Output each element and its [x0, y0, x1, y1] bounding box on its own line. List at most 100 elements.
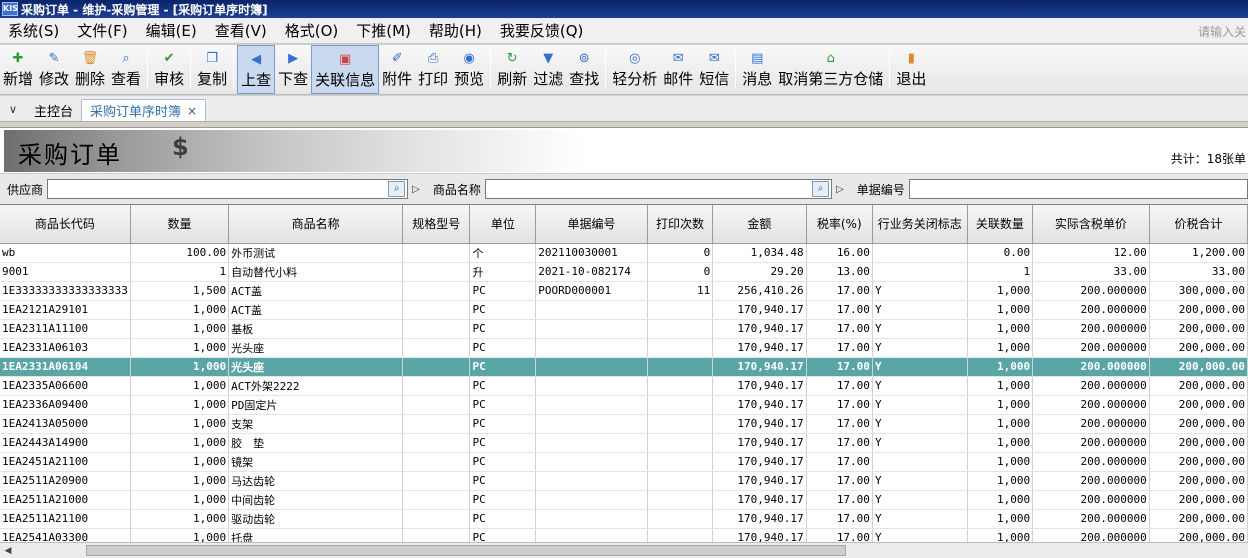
table-cell[interactable]: 驱动齿轮 [228, 509, 404, 529]
table-cell[interactable]: 升 [469, 262, 537, 282]
table-cell[interactable] [535, 414, 648, 434]
table-cell[interactable]: 200,000.00 [1149, 357, 1248, 377]
table-cell[interactable]: 胶 垫 [228, 433, 404, 453]
toolbar-button-15[interactable]: ◎ 轻分析 [609, 45, 660, 94]
column-header[interactable]: 关联数量 [967, 205, 1034, 244]
table-cell[interactable]: Y [872, 509, 968, 529]
table-cell[interactable]: POORD000001 [535, 281, 648, 301]
table-cell[interactable]: 17.00 [806, 395, 873, 415]
table-cell[interactable]: 200.000000 [1032, 338, 1150, 358]
table-row[interactable]: 1EA2311A11100 1,000 基板 PC 170,940.17 17.00 Y 1,… [0, 319, 1248, 339]
table-cell[interactable]: 17.00 [806, 471, 873, 491]
table-cell[interactable]: PC [469, 357, 537, 377]
table-cell[interactable]: PC [469, 300, 537, 320]
table-cell[interactable]: 1,000 [967, 376, 1034, 396]
toolbar-button-17[interactable]: ✉ 短信 [696, 45, 732, 94]
menu-system[interactable]: 系统(S) [0, 20, 68, 41]
column-header[interactable]: 单据编号 [535, 205, 648, 244]
table-cell[interactable]: 17.00 [806, 433, 873, 453]
table-cell[interactable]: 9001 [0, 262, 131, 282]
table-cell[interactable] [872, 262, 968, 282]
table-cell[interactable]: 外币测试 [228, 243, 404, 263]
table-row[interactable]: 1EA2511A21100 1,000 驱动齿轮 PC 170,940.17 17.00 Y… [0, 509, 1248, 529]
toolbar-button-11[interactable]: ◉ 预览 [451, 45, 487, 94]
table-cell[interactable] [402, 300, 471, 320]
table-cell[interactable]: 200.000000 [1032, 414, 1150, 434]
table-cell[interactable]: Y [872, 376, 968, 396]
table-cell[interactable]: 33.00 [1149, 262, 1248, 282]
table-cell[interactable]: 170,940.17 [712, 414, 807, 434]
table-row[interactable]: 1EA2121A29101 1,000 ACT盖 PC 170,940.17 17.00 Y… [0, 300, 1248, 320]
table-cell[interactable]: 2021-10-082174 [535, 262, 648, 282]
toolbar-button-5[interactable]: ❐ 复制 [194, 45, 230, 94]
table-row[interactable]: wb 100.00 外币测试 个 202110030001 0 1,034.48 16.00 0… [0, 243, 1248, 263]
table-cell[interactable] [402, 319, 471, 339]
table-cell[interactable]: 300,000.00 [1149, 281, 1248, 301]
table-cell[interactable]: 200.000000 [1032, 395, 1150, 415]
table-cell[interactable]: 1,000 [967, 281, 1034, 301]
table-cell[interactable] [647, 433, 714, 453]
table-cell[interactable]: 200.000000 [1032, 452, 1150, 472]
table-cell[interactable]: 中间齿轮 [228, 490, 404, 510]
table-cell[interactable]: 12.00 [1032, 243, 1150, 263]
table-cell[interactable]: 17.00 [806, 300, 873, 320]
table-cell[interactable] [402, 376, 471, 396]
column-header[interactable]: 打印次数 [647, 205, 714, 244]
toolbar-button-6[interactable]: ◀ 上查 [237, 45, 276, 94]
column-header[interactable]: 税率(%) [806, 205, 873, 244]
table-cell[interactable] [402, 414, 471, 434]
table-cell[interactable]: 1,000 [130, 319, 230, 339]
table-cell[interactable]: 1EA2511A21100 [0, 509, 131, 529]
table-row[interactable]: 1EA2451A21100 1,000 镜架 PC 170,940.17 17.00 1,0… [0, 452, 1248, 472]
table-cell[interactable]: 0 [647, 262, 714, 282]
table-cell[interactable]: 200.000000 [1032, 376, 1150, 396]
toolbar-button-9[interactable]: ✐ 附件 [379, 45, 415, 94]
table-cell[interactable]: 200,000.00 [1149, 395, 1248, 415]
column-header[interactable]: 金额 [712, 205, 807, 244]
table-cell[interactable]: 1EA2311A11100 [0, 319, 131, 339]
table-cell[interactable]: PC [469, 395, 537, 415]
product-name-input[interactable]: ⌕ [484, 179, 833, 199]
table-cell[interactable]: 200,000.00 [1149, 376, 1248, 396]
table-cell[interactable] [402, 490, 471, 510]
toolbar-button-1[interactable]: ✎ 修改 [36, 45, 72, 94]
table-cell[interactable]: 13.00 [806, 262, 873, 282]
table-cell[interactable]: 200,000.00 [1149, 319, 1248, 339]
table-cell[interactable]: 170,940.17 [712, 300, 807, 320]
table-cell[interactable]: 200.000000 [1032, 509, 1150, 529]
menu-edit[interactable]: 编辑(E) [137, 20, 206, 41]
close-tab-icon[interactable]: × [187, 104, 197, 118]
toolbar-button-20[interactable]: ▮ 退出 [893, 45, 929, 94]
table-cell[interactable] [647, 338, 714, 358]
table-row[interactable]: 1EA2511A20900 1,000 马达齿轮 PC 170,940.17 17.00 Y… [0, 471, 1248, 491]
table-cell[interactable]: 个 [469, 243, 537, 263]
table-cell[interactable]: 17.00 [806, 509, 873, 529]
table-cell[interactable] [402, 395, 471, 415]
tab-home[interactable]: 主控台 [26, 99, 81, 121]
table-cell[interactable]: 200.000000 [1032, 433, 1150, 453]
menu-format[interactable]: 格式(O) [276, 20, 348, 41]
table-cell[interactable] [647, 509, 714, 529]
table-cell[interactable]: 202110030001 [535, 243, 648, 263]
table-cell[interactable]: Y [872, 490, 968, 510]
table-cell[interactable]: 256,410.26 [712, 281, 807, 301]
table-cell[interactable] [535, 376, 648, 396]
table-cell[interactable]: Y [872, 357, 968, 377]
toolbar-button-14[interactable]: ⊚ 查找 [566, 45, 602, 94]
table-cell[interactable]: 1,000 [130, 509, 230, 529]
table-cell[interactable] [872, 452, 968, 472]
table-cell[interactable] [535, 357, 648, 377]
supplier-input[interactable]: ⌕ [47, 179, 409, 199]
table-cell[interactable]: PC [469, 319, 537, 339]
menu-help[interactable]: 帮助(H) [420, 20, 491, 41]
table-cell[interactable]: 1EA2511A20900 [0, 471, 131, 491]
table-cell[interactable] [647, 300, 714, 320]
table-cell[interactable] [402, 262, 471, 282]
table-cell[interactable]: PC [469, 338, 537, 358]
table-cell[interactable]: 支架 [228, 414, 404, 434]
menu-push-down[interactable]: 下推(M) [347, 20, 420, 41]
table-cell[interactable]: 17.00 [806, 452, 873, 472]
table-cell[interactable] [402, 243, 471, 263]
table-cell[interactable] [402, 338, 471, 358]
toolbar-button-7[interactable]: ▶ 下查 [275, 45, 311, 94]
